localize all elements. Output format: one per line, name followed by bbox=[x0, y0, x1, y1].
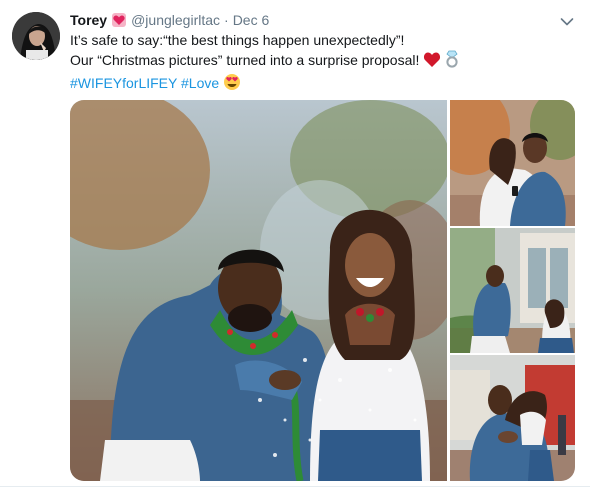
separator-dot: · bbox=[224, 12, 229, 28]
chevron-down-icon[interactable] bbox=[560, 14, 574, 26]
photo-kneeling-proposal[interactable] bbox=[450, 228, 575, 353]
tweet-text-line-1: It’s safe to say:“the best things happen… bbox=[70, 32, 405, 48]
tweet-header: Torey @junglegirltac · Dec 6 bbox=[70, 10, 269, 30]
tweet-text: It’s safe to say:“the best things happen… bbox=[70, 31, 570, 96]
heart-badge-icon bbox=[111, 12, 127, 28]
tweet-date[interactable]: Dec 6 bbox=[233, 12, 270, 28]
tweet-text-line-3: #WIFEYforLIFEY #Love bbox=[70, 73, 570, 96]
display-name[interactable]: Torey bbox=[70, 12, 107, 28]
photo-main[interactable] bbox=[70, 100, 447, 481]
photo-couple-embrace[interactable] bbox=[450, 100, 575, 226]
tweet[interactable]: Torey @junglegirltac · Dec 6 It’s safe t… bbox=[0, 0, 590, 487]
red-heart-icon bbox=[423, 51, 441, 73]
hashtag-love[interactable]: #Love bbox=[181, 75, 219, 91]
avatar[interactable] bbox=[12, 12, 60, 60]
tweet-text-line-2: Our “Christmas pictures” turned into a s… bbox=[70, 50, 570, 73]
hashtag-wifeyforlifey[interactable]: #WIFEYforLIFEY bbox=[70, 75, 177, 91]
heart-eyes-icon bbox=[223, 73, 241, 96]
media-grid bbox=[70, 100, 575, 481]
user-handle[interactable]: @junglegirltac bbox=[131, 12, 220, 28]
tweet-text-line-2-text: Our “Christmas pictures” turned into a s… bbox=[70, 52, 420, 68]
photo-hug-after-proposal[interactable] bbox=[450, 355, 575, 481]
ring-icon bbox=[445, 50, 459, 73]
